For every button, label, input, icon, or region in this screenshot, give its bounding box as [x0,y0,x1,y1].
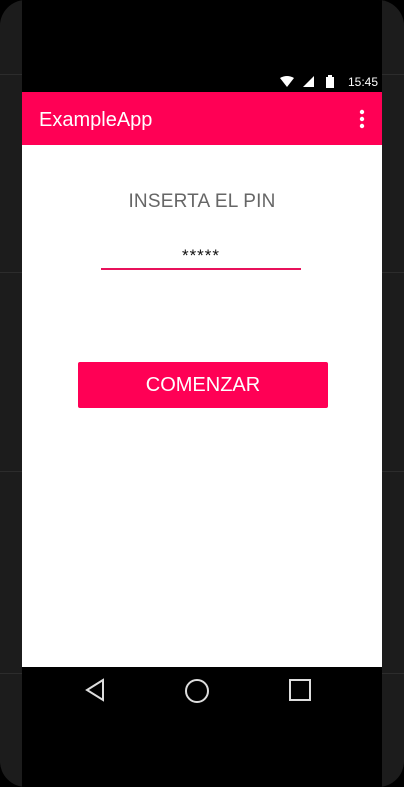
status-time: 15:45 [347,75,378,89]
phone-side-left [0,0,22,787]
phone-side-right [382,0,404,787]
pin-input[interactable]: ***** [101,246,301,270]
start-button[interactable]: COMENZAR [78,362,328,408]
main-content: INSERTA EL PIN ***** COMENZAR [22,145,382,667]
wifi-icon [280,76,294,90]
overflow-menu-icon[interactable] [352,108,372,130]
phone-bottom-bezel [22,719,382,787]
battery-icon [326,75,334,91]
signal-icon [303,76,314,90]
status-bar: 15:45 [22,72,382,92]
phone-frame: 15:45 ExampleApp INSERTA EL PIN ***** CO… [0,0,404,787]
navigation-bar [22,667,382,719]
pin-prompt: INSERTA EL PIN [128,191,276,212]
recents-icon[interactable] [288,678,312,707]
home-icon[interactable] [184,678,210,709]
app-toolbar: ExampleApp [22,92,382,145]
app-title: ExampleApp [39,109,153,131]
back-icon[interactable] [83,677,109,708]
